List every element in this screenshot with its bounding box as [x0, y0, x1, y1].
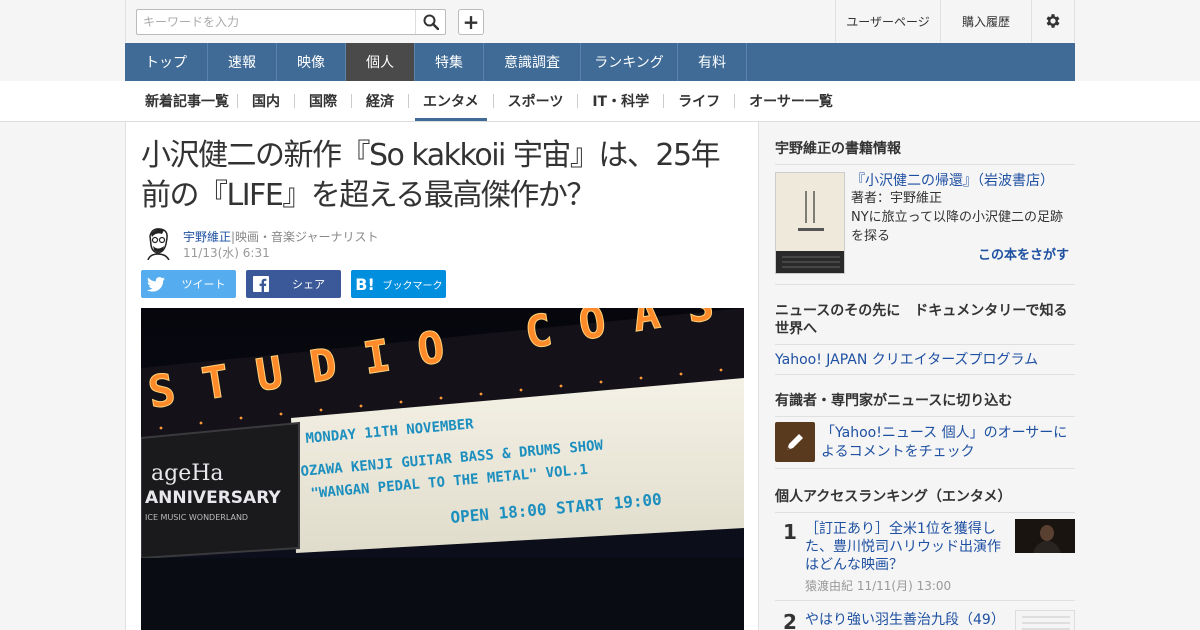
user-page-link[interactable]: ユーザーページ: [835, 0, 940, 42]
article-date: 11/13(水) 6:31: [183, 246, 270, 260]
book-cover[interactable]: [775, 172, 845, 274]
facebook-icon: [246, 276, 276, 292]
sign-title: ANNIVERSARY: [145, 488, 281, 508]
search-icon: [423, 14, 439, 30]
divider: [775, 374, 1075, 375]
author-role: |映画・音楽ジャーナリスト: [231, 230, 379, 244]
nav-item-feature[interactable]: 特集: [415, 43, 484, 81]
pen-icon[interactable]: [775, 422, 815, 462]
hatena-bookmark-button[interactable]: B! ブックマーク: [351, 270, 446, 298]
book-title[interactable]: 『小沢健二の帰還』（岩波書店）: [851, 172, 1054, 190]
author-name[interactable]: 宇野維正: [183, 228, 231, 245]
search-box: [136, 9, 446, 35]
nav-item-video[interactable]: 映像: [277, 43, 346, 81]
search-input[interactable]: [137, 10, 417, 34]
facebook-share-label: シェア: [292, 278, 325, 291]
nav-item-survey[interactable]: 意識調査: [484, 43, 581, 81]
subnav-item-entertainment[interactable]: エンタメ: [415, 81, 487, 121]
top-bar: + ユーザーページ 購入履歴: [125, 0, 1075, 42]
book-author: 著者：宇野維正: [851, 191, 943, 206]
ranking-item-thumbnail[interactable]: [1015, 610, 1075, 630]
nav-item-individual[interactable]: 個人: [346, 43, 415, 81]
divider: [775, 600, 1075, 601]
tweet-label: ツイート: [181, 278, 226, 291]
book-section-title: 宇野維正の書籍情報: [775, 140, 1075, 165]
article-title: 小沢健二の新作『So kakkoii 宇宙』は、25年前の『LIFE』を超える最…: [141, 138, 721, 213]
expert-comment-link[interactable]: 「Yahoo!ニュース 個人」のオーサーによるコメントをチェック: [821, 424, 1071, 462]
ranking-item-title[interactable]: やはり強い羽生善治九段（49）: [805, 611, 1010, 629]
ranking-item-title[interactable]: ［訂正あり］全米1位を獲得した、豊川悦司ハリウッド出演作はどんな映画？: [805, 520, 1010, 574]
creators-program-link[interactable]: Yahoo! JAPAN クリエイターズプログラム: [775, 349, 1038, 369]
article-photo: STUDIO COAST MONDAY 11TH NOVEMBER OZAWA …: [141, 308, 744, 630]
hatena-bookmark-label: ブックマーク: [382, 280, 443, 292]
documentary-section-title: ニュースのその先に ドキュメンタリーで知る世界へ: [775, 302, 1075, 345]
tweet-button[interactable]: ツイート: [141, 270, 236, 298]
nav-item-paid[interactable]: 有料: [678, 43, 747, 81]
sidebar: 宇野維正の書籍情報 『小沢健二の帰還』（岩波書店） 著者：宇野維正 NYに旅立っ…: [775, 122, 1075, 630]
sign-subtitle: ICE MUSIC WONDERLAND: [145, 513, 248, 522]
nav-item-ranking[interactable]: ランキング: [581, 43, 678, 81]
search-button[interactable]: [415, 10, 445, 34]
ranking-number: 2: [783, 610, 797, 630]
article-main: 小沢健二の新作『So kakkoii 宇宙』は、25年前の『LIFE』を超える最…: [125, 122, 759, 630]
gear-icon: [1046, 14, 1060, 28]
book-description: NYに旅立って以降の小沢健二の足跡を探る: [851, 210, 1064, 244]
sub-nav: 新着記事一覧 国内 国際 経済 エンタメ スポーツ IT・科学 ライフ オーサー…: [0, 81, 1200, 122]
author-avatar[interactable]: [142, 226, 174, 261]
sign-logo: ageHa: [151, 461, 224, 486]
subnav-item-sports[interactable]: スポーツ: [494, 81, 578, 121]
settings-button[interactable]: [1031, 0, 1074, 42]
add-button[interactable]: +: [458, 9, 484, 35]
main-nav: トップ 速報 映像 個人 特集 意識調査 ランキング 有料: [125, 43, 1075, 81]
subnav-item-economy[interactable]: 経済: [352, 81, 408, 121]
subnav-item-latest[interactable]: 新着記事一覧: [137, 81, 237, 121]
ranking-section-title: 個人アクセスランキング（エンタメ）: [775, 488, 1075, 513]
subnav-item-it-science[interactable]: IT・科学: [578, 81, 663, 121]
hatena-bookmark-icon: B!: [355, 274, 375, 294]
ranking-number: 1: [783, 520, 797, 544]
twitter-bird-icon: [141, 276, 171, 292]
subnav-item-authors[interactable]: オーサー一覧: [735, 81, 847, 121]
ranking-item-meta: 猿渡由紀 11/11(月) 13:00: [805, 579, 952, 593]
purchase-history-link[interactable]: 購入履歴: [940, 0, 1031, 42]
expert-section-title: 有識者・専門家がニュースに切り込む: [775, 392, 1075, 417]
subnav-item-life[interactable]: ライフ: [664, 81, 734, 121]
ranking-item-thumbnail[interactable]: [1015, 519, 1075, 553]
subnav-item-domestic[interactable]: 国内: [238, 81, 294, 121]
find-book-link[interactable]: この本をさがす: [978, 244, 1069, 263]
divider: [775, 284, 1075, 285]
user-links: ユーザーページ 購入履歴: [835, 0, 1074, 42]
divider: [775, 468, 1075, 469]
nav-item-breaking[interactable]: 速報: [208, 43, 277, 81]
subnav-item-international[interactable]: 国際: [295, 81, 351, 121]
facebook-share-button[interactable]: シェア: [246, 270, 341, 298]
nav-item-top[interactable]: トップ: [125, 43, 208, 81]
divider: [408, 94, 409, 108]
